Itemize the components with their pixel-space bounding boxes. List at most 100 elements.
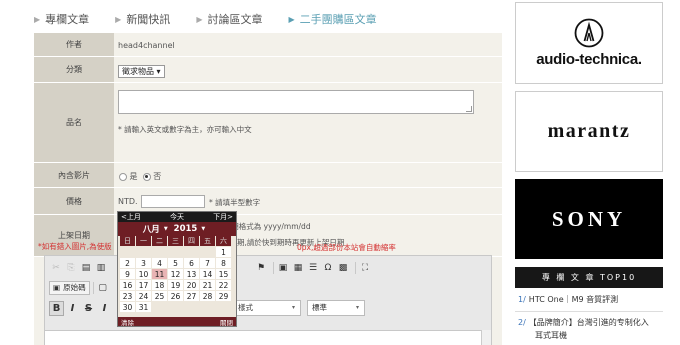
calendar-day[interactable]: 14 — [200, 269, 216, 280]
editor-scrollbar[interactable] — [481, 330, 491, 345]
triangle-right-icon: ▶ — [288, 14, 295, 24]
calendar-day[interactable]: 6 — [184, 258, 200, 269]
calendar-day[interactable]: 5 — [168, 258, 184, 269]
clear-format-button[interactable]: I — [97, 301, 112, 316]
flag-icon[interactable]: ⚑ — [255, 262, 267, 274]
chevron-down-icon: ▾ — [355, 304, 359, 311]
style-combo[interactable]: 樣式 ▾ — [233, 300, 301, 316]
save-icon[interactable]: ▢ — [97, 282, 109, 294]
audio-technica-ad[interactable]: audio-technica. — [515, 2, 663, 84]
media-icon[interactable]: ▩ — [337, 262, 349, 274]
product-name-label: 品名 — [34, 83, 114, 162]
page: ▶ 專欄文章 ▶ 新聞快訊 ▶ 討論區文章 ▶ 二手團購區文章 作者 head4chan… — [0, 0, 680, 345]
calendar-day[interactable]: 2 — [120, 258, 136, 269]
chevron-down-icon: ▼ — [163, 226, 168, 232]
video-row: 內含影片 是 否 — [34, 163, 502, 188]
calendar-day[interactable]: 25 — [152, 291, 168, 302]
calendar-day[interactable]: 17 — [136, 280, 152, 291]
paste-text-icon[interactable]: ▥ — [95, 262, 107, 274]
calendar-day[interactable]: 9 — [120, 269, 136, 280]
top10-title: 專 欄 文 章 TOP10 — [515, 267, 663, 288]
sidebar: audio-technica. marantz SONY 專 欄 文 章 TOP… — [515, 0, 665, 345]
audio-technica-logo-icon — [574, 18, 604, 48]
month-select[interactable]: 八月 — [143, 223, 160, 235]
top10-item[interactable]: 1/HTC One｜M9 音質評測 — [515, 288, 663, 312]
format-combo[interactable]: 標準 ▾ — [307, 300, 365, 316]
italic-button[interactable]: I — [65, 301, 80, 316]
calendar-day[interactable]: 16 — [120, 280, 136, 291]
calendar-day[interactable]: 7 — [200, 258, 216, 269]
source-button[interactable]: ▣ 原始碼 — [49, 280, 90, 295]
calendar-day[interactable]: 30 — [120, 302, 136, 313]
format-combo-label: 標準 — [312, 303, 327, 312]
calendar-empty-cell — [136, 247, 152, 258]
top10-item[interactable]: 2/【品牌簡介】台灣引進的专制化入 耳式耳機 — [515, 312, 663, 345]
calendar-day[interactable]: 3 — [136, 258, 152, 269]
close-button[interactable]: 關閉 — [220, 317, 233, 327]
calendar-day[interactable]: 1 — [216, 247, 232, 258]
calendar-day[interactable]: 23 — [120, 291, 136, 302]
weekday-header: 四 — [184, 236, 200, 247]
calendar-day[interactable]: 19 — [168, 280, 184, 291]
bold-button[interactable]: B — [49, 301, 64, 316]
top10-item-number: 1/ — [518, 295, 526, 304]
calendar-day[interactable]: 29 — [216, 291, 232, 302]
video-yes-radio[interactable] — [119, 172, 127, 181]
calendar-day[interactable]: 24 — [136, 291, 152, 302]
calendar-day[interactable]: 22 — [216, 280, 232, 291]
rich-text-editor: ✂ ⎘ ▤ ▥ ⚑ ▣ ▦ ☰ Ω ▩ ⛶ ▣ 原始碼 ▢ B I S I 樣式… — [44, 255, 492, 345]
calendar-day[interactable]: 15 — [216, 269, 232, 280]
sony-logo: SONY — [551, 206, 627, 231]
calendar-day[interactable]: 4 — [152, 258, 168, 269]
tab-news[interactable]: ▶ 新聞快訊 — [115, 11, 170, 27]
next-month-button[interactable]: 下月> — [213, 212, 233, 222]
marantz-logo: marantz — [547, 120, 631, 142]
calendar-today[interactable]: 11 — [152, 269, 168, 280]
tab-columns[interactable]: ▶ 專欄文章 — [34, 11, 89, 27]
horizontal-rule-icon[interactable]: ☰ — [307, 262, 319, 274]
tab-forum[interactable]: ▶ 討論區文章 — [196, 11, 262, 27]
calendar-day[interactable]: 18 — [152, 280, 168, 291]
maximize-icon[interactable]: ⛶ — [359, 262, 371, 274]
price-prefix: NTD. — [118, 197, 138, 206]
price-label: 價格 — [34, 188, 114, 214]
top10-item-title-cont: 耳式耳機 — [535, 331, 567, 340]
calendar-day[interactable]: 21 — [200, 280, 216, 291]
tab-label: 專欄文章 — [45, 13, 90, 26]
paste-icon[interactable]: ▤ — [80, 262, 92, 274]
cut-icon[interactable]: ✂ — [50, 262, 62, 274]
product-name-textarea[interactable] — [118, 90, 474, 114]
prev-month-button[interactable]: <上月 — [121, 212, 141, 222]
category-select[interactable]: 徵求物品 ▾ — [118, 65, 165, 78]
category-select-value: 徵求物品 — [122, 67, 154, 76]
strike-button[interactable]: S — [81, 301, 96, 316]
source-label: 原始碼 — [63, 283, 86, 292]
copy-icon[interactable]: ⎘ — [65, 262, 77, 274]
tab-label: 討論區文章 — [207, 13, 263, 26]
calendar-day[interactable]: 20 — [184, 280, 200, 291]
special-char-icon[interactable]: Ω — [322, 262, 334, 274]
price-input[interactable] — [141, 195, 205, 208]
calendar-day[interactable]: 31 — [136, 302, 152, 313]
top10-item-title: HTC One｜M9 音質評測 — [528, 295, 619, 304]
calendar-day[interactable]: 28 — [200, 291, 216, 302]
video-no-radio[interactable] — [142, 172, 151, 181]
marantz-ad[interactable]: marantz — [515, 91, 663, 172]
editor-content-area[interactable] — [45, 330, 491, 345]
clear-button[interactable]: 清除 — [121, 317, 134, 327]
calendar-day[interactable]: 27 — [184, 291, 200, 302]
calendar-day[interactable]: 13 — [184, 269, 200, 280]
today-button[interactable]: 今天 — [170, 212, 184, 222]
resize-grip-icon[interactable] — [466, 106, 472, 112]
sony-ad[interactable]: SONY — [515, 179, 663, 259]
calendar-day[interactable]: 26 — [168, 291, 184, 302]
editor-toolbar-row-1-right: ⚑ ▣ ▦ ☰ Ω ▩ ⛶ — [255, 260, 374, 275]
calendar-day[interactable]: 12 — [168, 269, 184, 280]
datepicker-header: <上月 今天 下月> — [118, 212, 236, 222]
calendar-day[interactable]: 8 — [216, 258, 232, 269]
calendar-day[interactable]: 10 — [136, 269, 152, 280]
table-icon[interactable]: ▦ — [292, 262, 304, 274]
year-select[interactable]: 2015 — [174, 224, 198, 234]
image-icon[interactable]: ▣ — [277, 262, 289, 274]
tab-secondhand[interactable]: ▶ 二手團購區文章 — [288, 11, 376, 27]
